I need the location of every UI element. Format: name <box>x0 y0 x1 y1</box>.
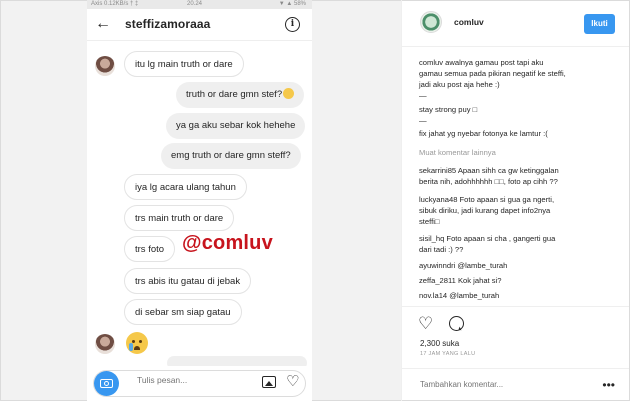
more-options-icon[interactable]: ••• <box>602 378 615 392</box>
message-bubble-sent: truth or dare gmn stef? <box>176 82 305 108</box>
post-sidebar: comluv Ikuti comluv awalnya gamau post t… <box>402 1 629 400</box>
avatar <box>95 334 115 354</box>
message-bubble-received: trs abis itu gatau di jebak <box>124 268 252 294</box>
load-more-comments-link[interactable]: Muat komentar lainnya <box>419 147 496 158</box>
back-arrow-icon[interactable]: ← <box>95 15 111 33</box>
message-text: ya ga aku sebar kok hehehe <box>176 120 296 131</box>
status-right: ▼ ▲ 58% <box>278 1 306 7</box>
message-text: iya lg acara ulang tahun <box>135 182 236 193</box>
caption-line: gamau semua pada pikiran negatif ke stef… <box>419 69 566 78</box>
watermark: @comluv <box>182 232 273 254</box>
add-comment-input[interactable] <box>420 380 580 389</box>
comment-line: berita nih, adohhhhhh □□, foto ap cihh ?… <box>419 177 558 186</box>
post-actions: ♡ 2,300 suka 17 JAM YANG LALU <box>402 306 629 357</box>
comment-line: zeffa_2811 Kok jahat si? <box>419 276 502 285</box>
crying-emoji-icon <box>126 332 148 354</box>
caption-line: fix jahat yg nyebar fotonya ke lamtur :( <box>419 129 548 138</box>
message-text: trs main truth or dare <box>135 213 224 224</box>
status-bar: Axis 0.12KB/s † ‡ 20.24 ▼ ▲ 58% <box>87 0 312 9</box>
caption-line: stay strong puy □ <box>419 105 478 114</box>
message-text: truth or dare gmn stef? <box>186 89 283 100</box>
comment-line: sisil_hq Foto apaan si cha , gangerti gu… <box>419 234 556 243</box>
likes-count[interactable]: 2,300 suka <box>420 339 459 348</box>
message-input-bar: ♡ <box>87 366 312 401</box>
caption-line: comluv awalnya gamau post tapi aku <box>419 58 544 67</box>
message-text: emg truth or dare gmn steff? <box>171 150 291 161</box>
dm-screenshot: Axis 0.12KB/s † ‡ 20.24 ▼ ▲ 58% ← steffi… <box>87 0 312 401</box>
comment-line: luckyana48 Foto apaan si gua ga ngerti, <box>419 195 555 204</box>
follow-button[interactable]: Ikuti <box>584 14 615 34</box>
message-bubble-received: iya lg acara ulang tahun <box>124 174 247 200</box>
message-bubble-sent: emg truth or dare gmn steff? <box>161 143 301 169</box>
status-time: 20.24 <box>187 1 203 7</box>
avatar[interactable] <box>420 11 442 33</box>
message-text: itu lg main truth or dare <box>135 59 233 70</box>
message-bubble-sent: ya ga aku sebar kok hehehe <box>166 113 306 139</box>
chat-header: ← steffizamoraaa i <box>87 9 312 41</box>
heart-icon[interactable]: ♡ <box>286 373 299 390</box>
post-timestamp: 17 JAM YANG LALU <box>420 351 476 357</box>
like-heart-icon[interactable]: ♡ <box>418 314 433 333</box>
add-comment-bar: ••• <box>402 368 629 400</box>
info-icon[interactable]: i <box>285 17 300 32</box>
comment-line: ayuwinndri @lambe_turah <box>419 261 508 270</box>
post-header: comluv Ikuti <box>402 1 629 47</box>
message-bubble-received: itu lg main truth or dare <box>124 51 244 77</box>
message-text: trs abis itu gatau di jebak <box>135 276 241 287</box>
comment-line: nov.la14 @lambe_turah <box>419 291 500 300</box>
comment-line: steffi□ <box>419 217 440 226</box>
comment-line: dari tadi :) ?? <box>419 245 464 254</box>
caption-line: — <box>419 91 427 100</box>
sweat-smile-emoji-icon <box>283 88 295 99</box>
message-text: di sebar sm siap gatau <box>135 307 231 318</box>
status-left: Axis 0.12KB/s † ‡ <box>91 1 139 7</box>
caption-line: jadi aku post aja hehe :) <box>419 80 500 89</box>
message-text: trs foto <box>135 244 165 255</box>
camera-button[interactable] <box>94 371 119 396</box>
message-bubble-received: trs main truth or dare <box>124 205 235 231</box>
message-bubble-received: di sebar sm siap gatau <box>124 299 242 325</box>
message-bubble-received: trs foto <box>124 236 176 262</box>
comment-line: sekarrini85 Apaan sihh ca gw ketinggalan <box>419 166 559 175</box>
gallery-icon[interactable] <box>262 376 276 388</box>
chat-title: steffizamoraaa <box>125 17 211 31</box>
avatar <box>95 56 115 76</box>
comment-line: sibuk diriku, jadi kurang dapet info2nya <box>419 206 551 215</box>
post-username[interactable]: comluv <box>454 17 484 27</box>
caption-line: — <box>419 116 427 125</box>
message-input[interactable] <box>137 375 247 385</box>
comment-bubble-icon[interactable] <box>449 316 464 331</box>
